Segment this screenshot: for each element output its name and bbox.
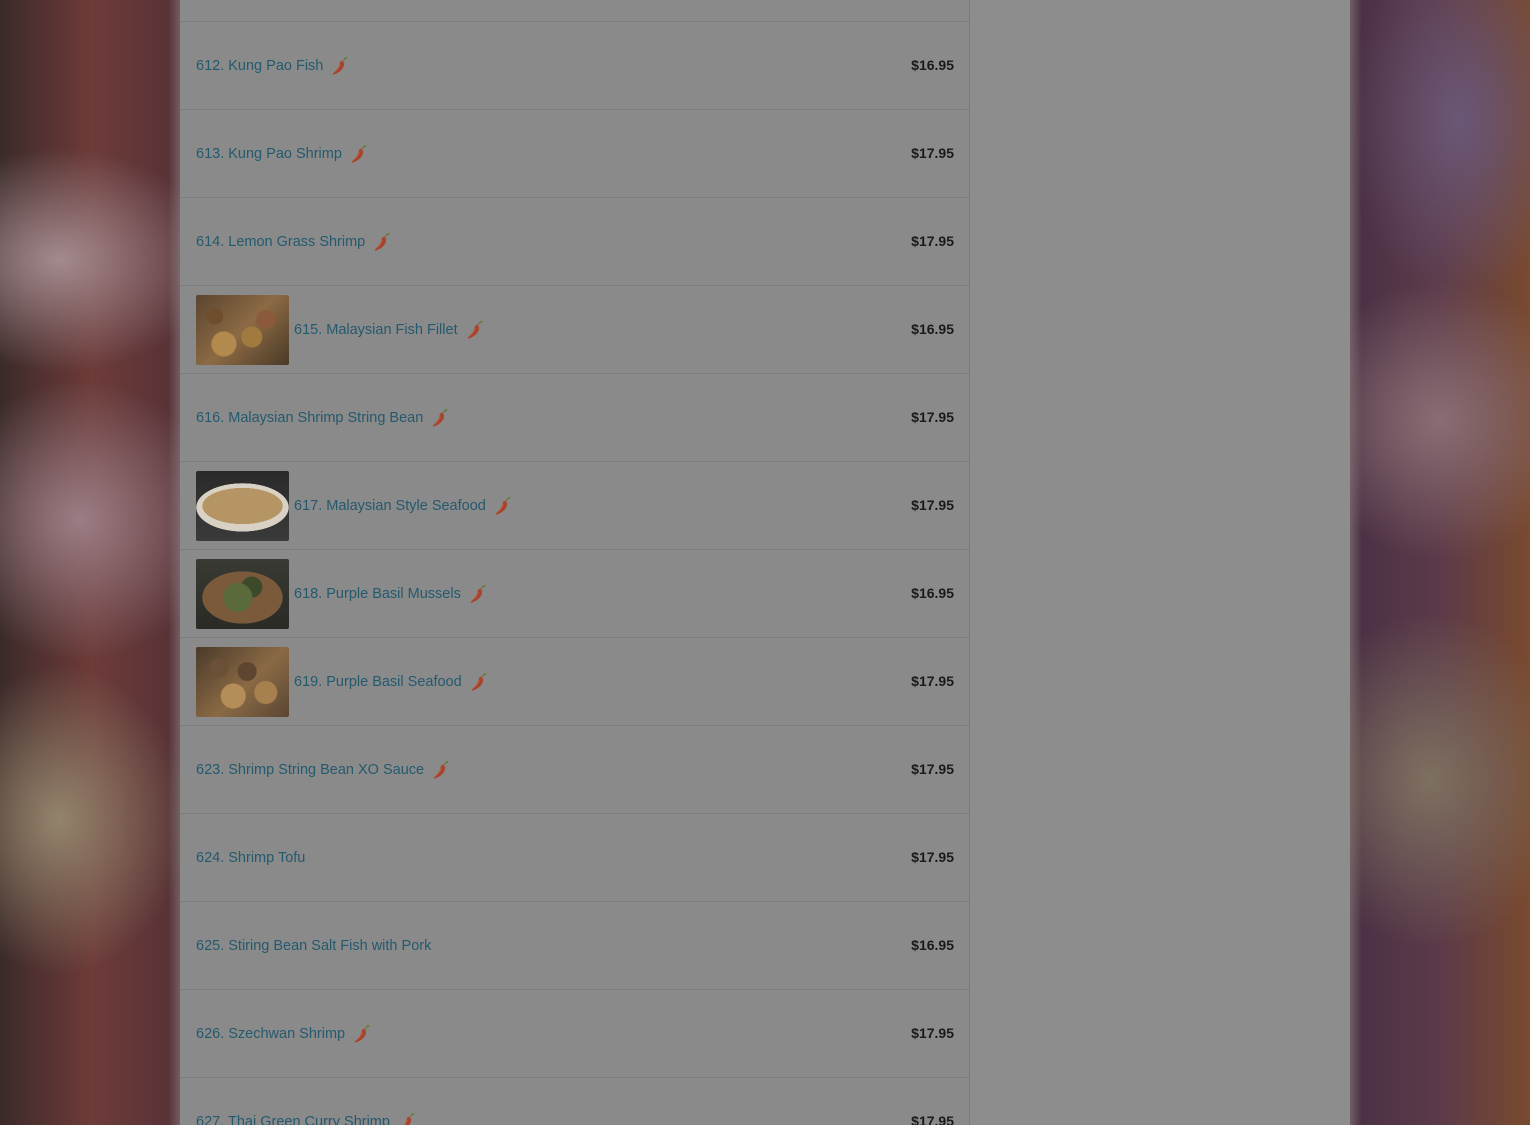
menu-item-price: $17.95 — [911, 1113, 954, 1125]
menu-item-row[interactable]: 624. Shrimp Tofu $17.95 — [180, 814, 969, 902]
chili-pepper-icon — [348, 143, 370, 165]
menu-item-price: $17.95 — [911, 849, 954, 865]
menu-item-content: 612. Kung Pao Fish — [196, 22, 351, 109]
menu-item-name-link[interactable]: 625. Stiring Bean Salt Fish with Pork — [196, 938, 431, 954]
menu-item-content: 625. Stiring Bean Salt Fish with Pork — [196, 902, 431, 989]
menu-item-row[interactable]: 614. Lemon Grass Shrimp $17.95 — [180, 198, 969, 286]
menu-item-row[interactable]: 613. Kung Pao Shrimp $17.95 — [180, 110, 969, 198]
menu-item-row[interactable]: 619. Purple Basil Seafood $17.95 — [180, 638, 969, 726]
page-panel: 612. Kung Pao Fish $16.95 613. Kung Pao Sh… — [180, 0, 1350, 1125]
menu-item-content: 618. Purple Basil Mussels — [196, 550, 489, 637]
menu-list: 612. Kung Pao Fish $16.95 613. Kung Pao Sh… — [180, 0, 970, 1125]
menu-item-content: 619. Purple Basil Seafood — [196, 638, 490, 725]
menu-item-row[interactable]: 615. Malaysian Fish Fillet $16.95 — [180, 286, 969, 374]
menu-item-price: $17.95 — [911, 233, 954, 249]
menu-item-price: $17.95 — [911, 409, 954, 425]
menu-item-row[interactable]: 616. Malaysian Shrimp String Bean $17.95 — [180, 374, 969, 462]
menu-item-price: $17.95 — [911, 497, 954, 513]
menu-rows: 612. Kung Pao Fish $16.95 613. Kung Pao Sh… — [180, 22, 969, 1125]
menu-item-price: $16.95 — [911, 57, 954, 73]
menu-item-row[interactable]: 617. Malaysian Style Seafood $17.95 — [180, 462, 969, 550]
dish-photo[interactable] — [196, 646, 289, 717]
chili-pepper-icon — [371, 231, 393, 253]
chili-pepper-icon — [468, 671, 490, 693]
menu-item-price: $16.95 — [911, 937, 954, 953]
chili-pepper-icon — [492, 495, 514, 517]
menu-item-content: 626. Szechwan Shrimp — [196, 990, 373, 1077]
menu-item-name-link[interactable]: 627. Thai Green Curry Shrimp — [196, 1114, 390, 1125]
chili-pepper-icon — [464, 319, 486, 341]
chili-pepper-icon — [430, 759, 452, 781]
menu-item-name-link[interactable]: 626. Szechwan Shrimp — [196, 1026, 345, 1042]
menu-item-name-link[interactable]: 613. Kung Pao Shrimp — [196, 146, 342, 162]
menu-item-row[interactable]: 626. Szechwan Shrimp $17.95 — [180, 990, 969, 1078]
menu-item-name-link[interactable]: 619. Purple Basil Seafood — [294, 674, 462, 690]
chili-pepper-icon — [467, 583, 489, 605]
menu-item-price: $17.95 — [911, 761, 954, 777]
menu-item-name-link[interactable]: 623. Shrimp String Bean XO Sauce — [196, 762, 424, 778]
menu-item-name-link[interactable]: 615. Malaysian Fish Fillet — [294, 322, 458, 338]
menu-item-price: $16.95 — [911, 585, 954, 601]
menu-item-price: $17.95 — [911, 1025, 954, 1041]
menu-item-row[interactable]: 623. Shrimp String Bean XO Sauce $17.95 — [180, 726, 969, 814]
dish-photo[interactable] — [196, 294, 289, 365]
menu-item-content: 614. Lemon Grass Shrimp — [196, 198, 393, 285]
chili-pepper-icon — [429, 407, 451, 429]
previous-row-edge — [180, 0, 969, 22]
menu-item-price: $16.95 — [911, 321, 954, 337]
menu-item-content: 627. Thai Green Curry Shrimp — [196, 1078, 418, 1125]
menu-item-content: 616. Malaysian Shrimp String Bean — [196, 374, 451, 461]
dish-photo[interactable] — [196, 558, 289, 629]
menu-item-row[interactable]: 618. Purple Basil Mussels $16.95 — [180, 550, 969, 638]
chili-pepper-icon — [351, 1023, 373, 1045]
menu-item-row[interactable]: 612. Kung Pao Fish $16.95 — [180, 22, 969, 110]
menu-item-price: $17.95 — [911, 145, 954, 161]
menu-item-name-link[interactable]: 612. Kung Pao Fish — [196, 58, 323, 74]
menu-item-content: 624. Shrimp Tofu — [196, 814, 305, 901]
menu-item-row[interactable]: 625. Stiring Bean Salt Fish with Pork $16… — [180, 902, 969, 990]
menu-item-price: $17.95 — [911, 673, 954, 689]
menu-item-content: 613. Kung Pao Shrimp — [196, 110, 370, 197]
menu-item-name-link[interactable]: 617. Malaysian Style Seafood — [294, 498, 486, 514]
chili-pepper-icon — [396, 1111, 418, 1125]
chili-pepper-icon — [329, 55, 351, 77]
dish-photo[interactable] — [196, 470, 289, 541]
menu-item-row[interactable]: 627. Thai Green Curry Shrimp $17.95 — [180, 1078, 969, 1125]
menu-item-name-link[interactable]: 618. Purple Basil Mussels — [294, 586, 461, 602]
menu-item-content: 615. Malaysian Fish Fillet — [196, 286, 486, 373]
menu-item-name-link[interactable]: 616. Malaysian Shrimp String Bean — [196, 410, 423, 426]
menu-item-name-link[interactable]: 614. Lemon Grass Shrimp — [196, 234, 365, 250]
menu-item-content: 623. Shrimp String Bean XO Sauce — [196, 726, 452, 813]
menu-item-name-link[interactable]: 624. Shrimp Tofu — [196, 850, 305, 866]
menu-item-content: 617. Malaysian Style Seafood — [196, 462, 514, 549]
